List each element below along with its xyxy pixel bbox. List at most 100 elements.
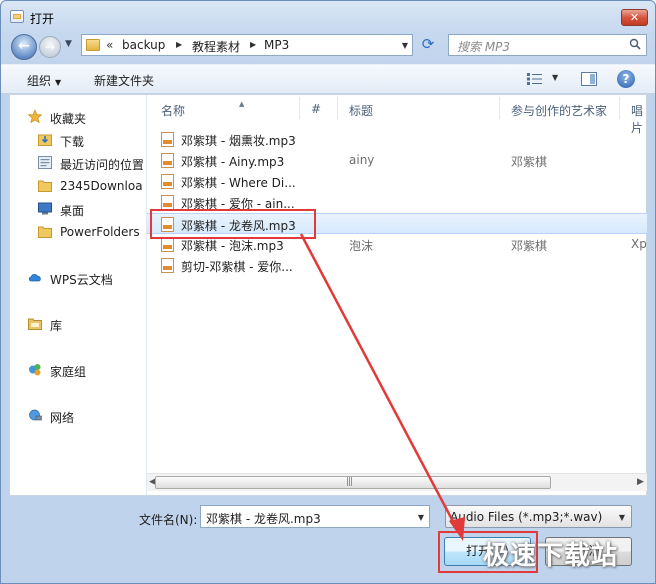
sidebar-item-wps-cloud[interactable]: WPS云文档 (10, 268, 143, 288)
breadcrumb-separator-icon[interactable]: ▶ (176, 40, 182, 49)
star-icon (28, 110, 42, 123)
column-header-track[interactable]: # (311, 102, 321, 116)
column-divider[interactable] (299, 97, 300, 119)
chevron-down-icon[interactable]: ▼ (418, 513, 424, 522)
close-button[interactable]: ✕ (621, 9, 648, 26)
watermark-text: 极速下载站 (483, 541, 619, 571)
column-divider[interactable] (337, 97, 338, 119)
mp3-file-icon (161, 153, 174, 168)
sidebar-item-network[interactable]: 网络 (10, 406, 143, 426)
sidebar-item-homegroup[interactable]: 家庭组 (10, 360, 143, 380)
column-divider[interactable] (499, 97, 500, 119)
file-row[interactable]: 邓紫棋 - Ainy.mp3 ainy 邓紫棋 (147, 150, 647, 171)
column-divider[interactable] (619, 97, 620, 119)
file-name: 剪切-邓紫棋 - 爱你... (181, 260, 293, 274)
library-icon (28, 318, 42, 330)
open-file-dialog: 打开 ✕ ← → ▼ « backup ▶ 教程素材 ▶ MP3 ▼ ⟳ 搜索 … (0, 0, 656, 584)
download-folder-icon (38, 134, 52, 146)
command-bar: 组织 ▼ 新建文件夹 ▼ ? (1, 64, 655, 94)
view-dropdown-icon[interactable]: ▼ (552, 73, 558, 82)
desktop-icon (38, 202, 52, 215)
search-icon[interactable] (629, 38, 641, 50)
address-bar[interactable]: « backup ▶ 教程素材 ▶ MP3 ▼ (81, 34, 413, 56)
sidebar-item-favorites[interactable]: 收藏夹 (10, 107, 143, 127)
file-name: 邓紫棋 - 泡沫.mp3 (181, 239, 284, 253)
scroll-right-icon[interactable]: ▶ (637, 477, 644, 487)
search-input[interactable]: 搜索 MP3 (448, 34, 647, 56)
file-row[interactable]: 剪切-邓紫棋 - 爱你... (147, 255, 647, 276)
mp3-file-icon (161, 258, 174, 273)
filename-input[interactable]: 邓紫棋 - 龙卷风.mp3 ▼ (200, 505, 430, 528)
grip-icon: ||| (346, 477, 353, 487)
mp3-file-icon (161, 195, 174, 210)
file-name: 邓紫棋 - Ainy.mp3 (181, 155, 285, 169)
refresh-icon[interactable]: ⟳ (417, 34, 439, 56)
file-row[interactable]: 邓紫棋 - Where Di... (147, 171, 647, 192)
folder-icon (38, 180, 52, 192)
folder-icon (86, 39, 100, 51)
breadcrumb-mp3[interactable]: MP3 (264, 38, 289, 52)
sidebar-item-desktop[interactable]: 桌面 (10, 199, 143, 219)
column-header-artist[interactable]: 参与创作的艺术家 (511, 102, 607, 119)
navigation-pane[interactable]: 收藏夹 下载 最近访问的位置 2345Downloads 桌面 PowerFol… (10, 95, 143, 495)
horizontal-scrollbar[interactable]: ◀ ||| ▶ (147, 473, 647, 491)
sidebar-item-libraries[interactable]: 库 (10, 314, 143, 334)
file-type-select[interactable]: Audio Files (*.mp3;*.wav) ▼ (445, 505, 632, 528)
organize-label: 组织 (27, 74, 52, 88)
preview-pane-icon[interactable] (581, 72, 597, 86)
scrollbar-thumb[interactable]: ||| (155, 476, 551, 489)
sidebar-item-label: 网络 (50, 411, 75, 425)
sidebar-item-label: 最近访问的位置 (60, 158, 143, 172)
address-dropdown-icon[interactable]: ▼ (402, 41, 408, 50)
back-button[interactable]: ← (11, 34, 37, 60)
file-artist: 邓紫棋 (511, 155, 548, 169)
filename-label: 文件名(N): (139, 513, 198, 527)
dialog-icon (10, 10, 24, 23)
wps-cloud-icon (28, 274, 41, 282)
mp3-file-icon (161, 237, 174, 252)
chevron-down-icon: ▼ (55, 78, 62, 87)
highlight-box-file (150, 209, 316, 239)
forward-button[interactable]: → (39, 36, 61, 58)
window-title: 打开 (30, 12, 55, 26)
new-folder-button[interactable]: 新建文件夹 (94, 72, 154, 89)
sidebar-item-label: PowerFolders (60, 225, 140, 239)
sidebar-item-label: 收藏夹 (50, 112, 87, 126)
sidebar-item-label: 家庭组 (50, 365, 87, 379)
chevron-down-icon[interactable]: ▼ (619, 513, 625, 522)
breadcrumb-separator-icon[interactable]: ▶ (250, 40, 256, 49)
sidebar-item-2345downloads[interactable]: 2345Downloads (10, 176, 143, 196)
sidebar-item-recent-places[interactable]: 最近访问的位置 (10, 153, 143, 173)
file-title: ainy (349, 153, 375, 167)
breadcrumb-backup[interactable]: backup (122, 38, 165, 52)
column-header-title[interactable]: 标题 (349, 102, 373, 119)
file-artist: 邓紫棋 (511, 239, 548, 253)
sidebar-item-label: 2345Downloads (60, 179, 143, 193)
browser-area: 收藏夹 下载 最近访问的位置 2345Downloads 桌面 PowerFol… (9, 94, 647, 496)
breadcrumb-tutorial[interactable]: 教程素材 (192, 38, 240, 55)
address-overflow-chevron[interactable]: « (106, 38, 113, 52)
search-placeholder: 搜索 MP3 (457, 40, 511, 54)
sidebar-item-label: 桌面 (60, 204, 85, 218)
file-title: 泡沫 (349, 239, 374, 253)
view-options-icon[interactable] (527, 73, 543, 85)
sidebar-item-downloads[interactable]: 下载 (10, 130, 143, 150)
column-header-name[interactable]: 名称 ▲ (161, 100, 244, 119)
mp3-file-icon (161, 174, 174, 189)
file-row[interactable]: 邓紫琪 - 烟熏妆.mp3 (147, 129, 647, 150)
file-list[interactable]: 名称 ▲ # 标题 参与创作的艺术家 唱片 邓紫琪 - 烟熏妆.mp3 邓紫棋 -… (146, 95, 647, 495)
title-bar: 打开 ✕ (1, 1, 655, 31)
mp3-file-icon (161, 132, 174, 147)
folder-icon (38, 226, 52, 238)
file-name: 邓紫棋 - Where Di... (181, 176, 296, 190)
file-type-value: Audio Files (*.mp3;*.wav) (450, 510, 603, 524)
file-name: 邓紫琪 - 烟熏妆.mp3 (181, 134, 296, 148)
network-icon (29, 409, 42, 421)
sidebar-item-powerfolders[interactable]: PowerFolders (10, 222, 143, 242)
sidebar-item-label: 下载 (60, 135, 85, 149)
help-icon[interactable]: ? (617, 70, 635, 88)
recent-places-icon (38, 156, 52, 169)
filename-value: 邓紫棋 - 龙卷风.mp3 (206, 512, 321, 526)
recent-pages-dropdown[interactable]: ▼ (65, 39, 72, 49)
organize-button[interactable]: 组织 ▼ (27, 72, 61, 89)
